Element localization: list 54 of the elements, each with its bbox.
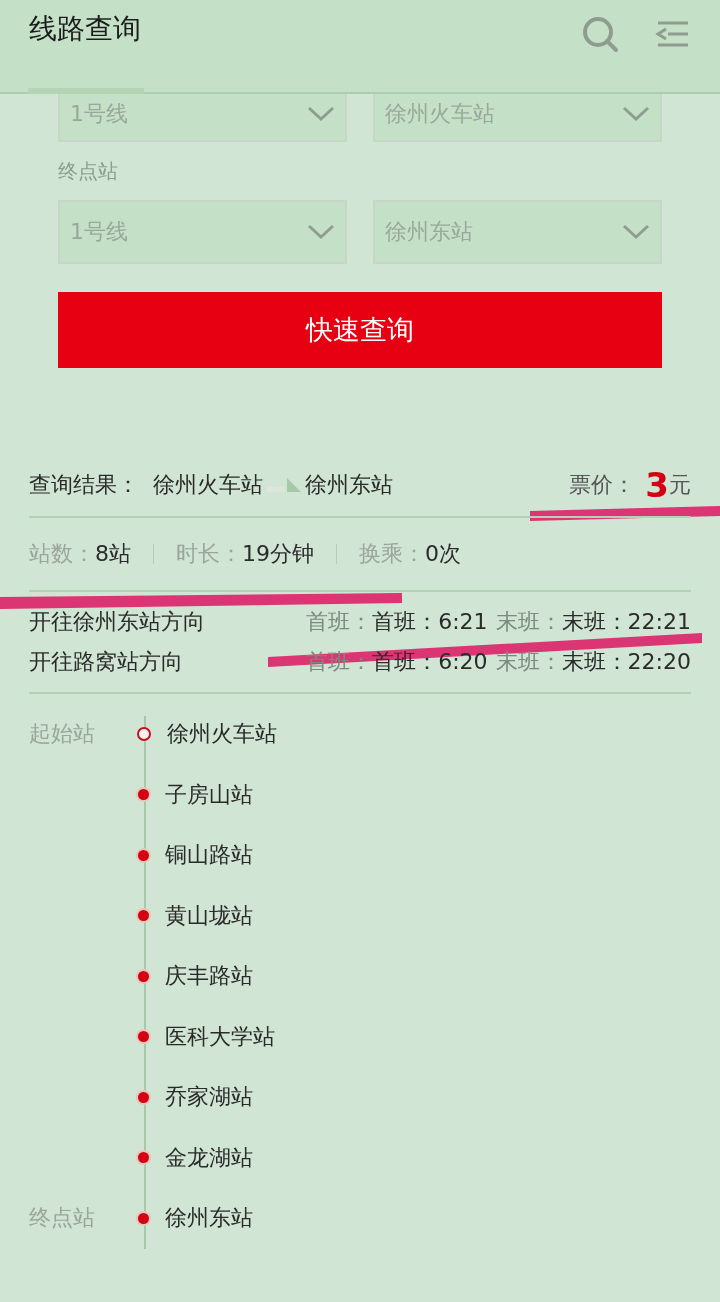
- menu-icon[interactable]: [654, 19, 690, 49]
- chevron-down-icon: [307, 224, 335, 240]
- stop-marker-icon: [138, 1031, 149, 1043]
- result-label: 查询结果：: [29, 471, 139, 499]
- chevron-down-icon: [622, 106, 650, 122]
- station-dropdown[interactable]: 徐州东站: [373, 200, 662, 264]
- station-dropdown[interactable]: 徐州火车站: [373, 94, 662, 142]
- chevron-down-icon: [622, 224, 650, 240]
- search-button[interactable]: 快速查询: [58, 292, 662, 368]
- station-name: 铜山路站: [165, 841, 253, 870]
- stop-marker-icon: [138, 970, 149, 982]
- stat-label: 时长：: [176, 540, 242, 568]
- first-train-time: 首班：6:21: [372, 608, 488, 636]
- fare-unit: 元: [669, 471, 691, 499]
- destination-station: 徐州东站: [305, 471, 393, 499]
- arrow-icon: [267, 478, 301, 492]
- start-marker-icon: [137, 727, 151, 742]
- direction-name: 开往路窝站方向: [29, 648, 184, 676]
- search-icon[interactable]: [581, 15, 621, 55]
- page-title: 线路查询: [29, 11, 141, 47]
- fare-label: 票价：: [569, 471, 636, 499]
- station-name: 徐州东站: [165, 1204, 253, 1233]
- stat-label: 换乘：: [359, 540, 425, 568]
- last-train-time: 末班：22:20: [561, 648, 691, 676]
- station-name: 金龙湖站: [165, 1143, 253, 1172]
- station-name: 黄山垅站: [165, 901, 253, 930]
- stat-value: 8站: [95, 540, 131, 568]
- chevron-down-icon: [307, 106, 335, 122]
- fare-value: 3: [645, 465, 669, 505]
- line-dropdown[interactable]: 1号线: [58, 200, 347, 264]
- station-role-label: 终点站: [29, 1204, 96, 1233]
- field-label: 终点站: [58, 158, 119, 185]
- station-name: 子房山站: [165, 780, 253, 809]
- stop-marker-icon: [138, 1091, 149, 1103]
- stop-marker-icon: [138, 1212, 149, 1224]
- stat-value: 0次: [425, 540, 461, 568]
- line-dropdown[interactable]: 1号线: [58, 94, 347, 142]
- station-name: 徐州火车站: [167, 720, 277, 749]
- station-name: 庆丰路站: [165, 962, 253, 991]
- last-train-time: 末班：22:21: [561, 608, 691, 636]
- stop-marker-icon: [138, 910, 149, 922]
- time-label: 末班：: [495, 608, 562, 636]
- origin-station: 徐州火车站: [153, 471, 263, 499]
- stop-marker-icon: [138, 789, 149, 801]
- station-name: 乔家湖站: [165, 1083, 253, 1112]
- direction-name: 开往徐州东站方向: [29, 608, 206, 636]
- stop-marker-icon: [138, 849, 149, 861]
- stop-marker-icon: [138, 1152, 149, 1164]
- station-name: 医科大学站: [165, 1022, 275, 1051]
- time-label: 末班：: [495, 648, 562, 676]
- stat-label: 站数：: [29, 540, 95, 568]
- station-role-label: 起始站: [29, 720, 96, 749]
- stat-value: 19分钟: [242, 540, 314, 568]
- time-label: 首班：: [306, 608, 373, 636]
